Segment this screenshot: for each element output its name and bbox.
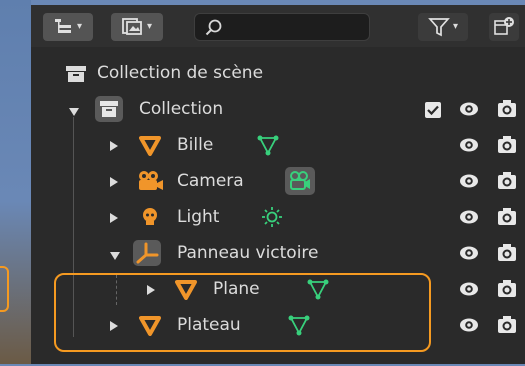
selection-outline-edge [0,266,9,312]
outliner-row-label: Bille [177,135,214,155]
outliner-tree: Collection de scène Collection Bille Cam… [31,47,525,364]
outliner-row-panneau-victoire[interactable]: Panneau victoire [31,235,525,271]
outliner-row-collection[interactable]: Collection [31,91,525,127]
camera-render-icon[interactable] [497,172,517,190]
camera-render-icon[interactable] [497,316,517,334]
expand-toggle[interactable] [69,108,79,116]
eye-icon[interactable] [459,173,479,189]
outliner-header: ▾ ▾ ▾ [31,5,525,47]
image-view-icon [122,18,142,35]
expand-toggle[interactable] [110,252,120,260]
display-mode-dropdown[interactable]: ▾ [43,13,93,41]
light-object-icon [143,208,157,225]
outliner-row-label: Light [177,207,220,227]
outliner-row-label: Camera [177,171,244,191]
outliner-row-bille[interactable]: Bille [31,127,525,163]
chevron-down-icon: ▾ [146,21,153,32]
eye-icon[interactable] [459,209,479,225]
search-icon [205,19,222,36]
chevron-down-icon: ▾ [452,21,459,32]
outliner-display-mode-icon [54,19,71,33]
outliner-panel: ▾ ▾ ▾ Collection de scène Collection Bil… [31,5,525,364]
mesh-data-icon[interactable] [256,135,280,157]
chevron-down-icon: ▾ [76,21,83,32]
scene-collection-row[interactable]: Collection de scène [31,55,525,91]
checkbox-icon[interactable] [425,102,441,118]
expand-toggle[interactable] [110,177,118,187]
camera-render-icon[interactable] [497,100,517,118]
outliner-row-label: Panneau victoire [177,243,319,263]
camera-render-icon[interactable] [497,244,517,262]
eye-icon[interactable] [459,101,479,117]
filter-dropdown[interactable]: ▾ [418,13,468,41]
light-data-icon[interactable] [261,206,283,228]
viewport-edge [0,0,31,366]
outliner-row-light[interactable]: Light [31,199,525,235]
scene-collection-label: Collection de scène [97,63,264,83]
scene-collection-icon [66,66,86,82]
new-collection-button[interactable] [489,13,519,41]
camera-object-icon [139,171,163,190]
camera-render-icon[interactable] [497,136,517,154]
eye-icon[interactable] [459,317,479,333]
eye-icon[interactable] [459,245,479,261]
outliner-row-camera[interactable]: Camera [31,163,525,199]
eye-icon[interactable] [459,281,479,297]
expand-toggle[interactable] [110,141,118,151]
expand-toggle[interactable] [110,213,118,223]
outliner-row-label: Collection [139,99,224,119]
empty-object-icon [133,240,161,266]
filter-funnel-icon [428,18,450,37]
eye-icon[interactable] [459,137,479,153]
selection-highlight-box [54,273,431,352]
view-filter-dropdown[interactable]: ▾ [111,13,163,41]
new-collection-icon [494,17,514,35]
camera-render-icon[interactable] [497,280,517,298]
search-input[interactable] [194,13,370,41]
camera-data-icon[interactable] [285,167,315,195]
collection-icon [95,96,123,122]
camera-render-icon[interactable] [497,208,517,226]
mesh-object-icon [139,136,161,156]
